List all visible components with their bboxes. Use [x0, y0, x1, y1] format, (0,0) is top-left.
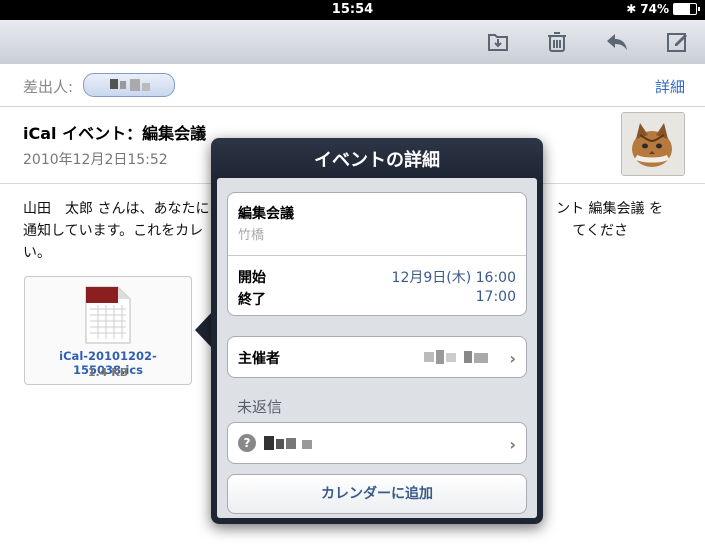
move-folder-icon[interactable]: [485, 29, 511, 55]
event-title: 編集会議: [238, 206, 294, 222]
battery-percent: 74%: [640, 2, 669, 16]
status-bar: 15:54 ✱ 74%: [0, 0, 705, 20]
from-row: 差出人: 詳細: [0, 64, 705, 107]
sender-avatar: [621, 112, 685, 176]
attachment-tile[interactable]: iCal-20101202-155038.ics 1.4 KB: [24, 276, 192, 385]
message-subject: iCal イベント：編集会議: [23, 124, 207, 143]
event-location: 竹橋: [238, 228, 265, 243]
body-line-2: 通知しています。これをカレ: [23, 223, 204, 239]
start-label: 開始: [238, 270, 266, 286]
start-value: 12月9日(木) 16:00: [391, 270, 516, 286]
compose-icon[interactable]: [664, 29, 690, 55]
sender-pill[interactable]: [83, 73, 175, 97]
status-right: ✱ 74%: [626, 2, 700, 16]
question-icon: ?: [238, 434, 256, 452]
event-info-group: 編集会議 竹橋 開始 12月9日(木) 16:00 終了 17:00: [227, 192, 527, 316]
organizer-name-redacted: [424, 350, 494, 364]
from-label: 差出人:: [23, 78, 74, 96]
trash-icon[interactable]: [544, 29, 570, 55]
chevron-right-icon: ›: [509, 349, 516, 368]
organizer-label: 主催者: [238, 351, 280, 367]
organizer-row[interactable]: 主催者 ›: [227, 336, 527, 378]
attachment-size: 1.4 KB: [87, 366, 129, 379]
pending-section-header: 未返信: [237, 398, 283, 416]
event-details-popover: イベントの詳細 編集会議 竹橋 開始 12月9日(木) 16:00 終了 17:…: [211, 138, 543, 524]
toolbar: [0, 20, 705, 65]
group-separator: [228, 255, 526, 256]
popover-content: 編集会議 竹橋 開始 12月9日(木) 16:00 終了 17:00 主催者 ›…: [217, 178, 537, 518]
add-to-calendar-button[interactable]: カレンダーに追加: [227, 474, 527, 514]
status-time: 15:54: [331, 2, 374, 17]
battery-icon: [673, 3, 700, 15]
reply-icon[interactable]: [604, 29, 630, 55]
attendee-name-redacted: [264, 436, 324, 450]
body-line-3: い。: [23, 245, 51, 261]
attendee-row[interactable]: ? ›: [227, 422, 527, 464]
popover-arrow: [195, 312, 212, 348]
chevron-right-icon: ›: [509, 435, 516, 454]
body-line-1: 山田 太郎 さんは、あなたに: [23, 201, 210, 217]
body-line-2-end: てくださ: [572, 223, 628, 239]
calendar-file-icon: [84, 285, 132, 345]
end-label: 終了: [238, 292, 266, 308]
end-value: 17:00: [475, 289, 516, 305]
bluetooth-icon: ✱: [626, 2, 637, 16]
details-link[interactable]: 詳細: [655, 76, 685, 97]
message-date: 2010年12月2日15:52: [23, 152, 168, 168]
body-line-1-end: ント 編集会議 を: [556, 201, 663, 217]
popover-title: イベントの詳細: [314, 150, 440, 171]
